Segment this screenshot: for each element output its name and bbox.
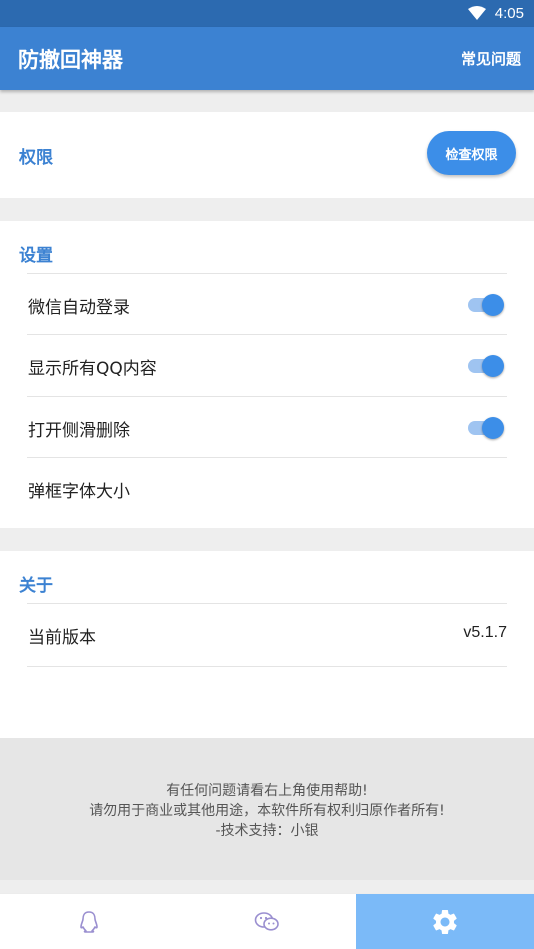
gear-icon xyxy=(433,910,457,934)
about-card: 关于 当前版本 v5.1.7 xyxy=(0,551,534,738)
settings-title: 设置 xyxy=(19,246,53,266)
footer-line: 请勿用于商业或其他用途，本软件所有权利归原作者所有! xyxy=(89,803,445,819)
setting-dialog-font-size[interactable]: 弹框字体大小 xyxy=(27,457,507,519)
tab-settings[interactable] xyxy=(356,894,534,949)
footer-info: 有任何问题请看右上角使用帮助! 请勿用于商业或其他用途，本软件所有权利归原作者所… xyxy=(0,738,534,880)
current-version-row: 当前版本 v5.1.7 xyxy=(27,603,507,665)
app-title: 防撤回神器 xyxy=(18,48,123,72)
tab-wechat[interactable] xyxy=(178,894,356,949)
footer-line: 有任何问题请看右上角使用帮助! xyxy=(166,783,368,799)
setting-label: 打开侧滑删除 xyxy=(28,421,130,441)
qq-penguin-icon xyxy=(80,911,98,933)
permission-label: 权限 xyxy=(19,148,53,168)
setting-wechat-auto-login[interactable]: 微信自动登录 xyxy=(27,273,507,335)
version-value: v5.1.7 xyxy=(463,624,507,641)
setting-show-all-qq[interactable]: 显示所有QQ内容 xyxy=(27,334,507,396)
setting-label: 微信自动登录 xyxy=(28,298,130,318)
tab-qq[interactable] xyxy=(0,894,178,949)
check-permission-button[interactable]: 检查权限 xyxy=(427,131,516,175)
wechat-auto-login-toggle[interactable] xyxy=(468,294,504,316)
wechat-icon xyxy=(254,912,279,931)
setting-label: 显示所有QQ内容 xyxy=(28,359,157,379)
swipe-delete-toggle[interactable] xyxy=(468,417,504,439)
show-all-qq-toggle[interactable] xyxy=(468,355,504,377)
settings-card: 设置 微信自动登录 显示所有QQ内容 打开侧滑删除 弹框字体大小 xyxy=(0,221,534,528)
faq-button[interactable]: 常见问题 xyxy=(461,48,521,69)
footer-line: -技术支持：小银 xyxy=(215,823,319,839)
divider xyxy=(27,666,507,667)
status-time: 4:05 xyxy=(494,5,524,22)
setting-label: 弹框字体大小 xyxy=(28,482,130,502)
permission-card: 权限 检查权限 xyxy=(0,112,534,198)
app-bar: 防撤回神器 常见问题 xyxy=(0,27,534,90)
setting-swipe-delete[interactable]: 打开侧滑删除 xyxy=(27,396,507,458)
bottom-tab-bar xyxy=(0,893,534,949)
about-title: 关于 xyxy=(19,576,53,596)
version-label: 当前版本 xyxy=(28,628,96,648)
wifi-icon xyxy=(468,6,486,20)
status-bar: 4:05 xyxy=(0,0,534,27)
